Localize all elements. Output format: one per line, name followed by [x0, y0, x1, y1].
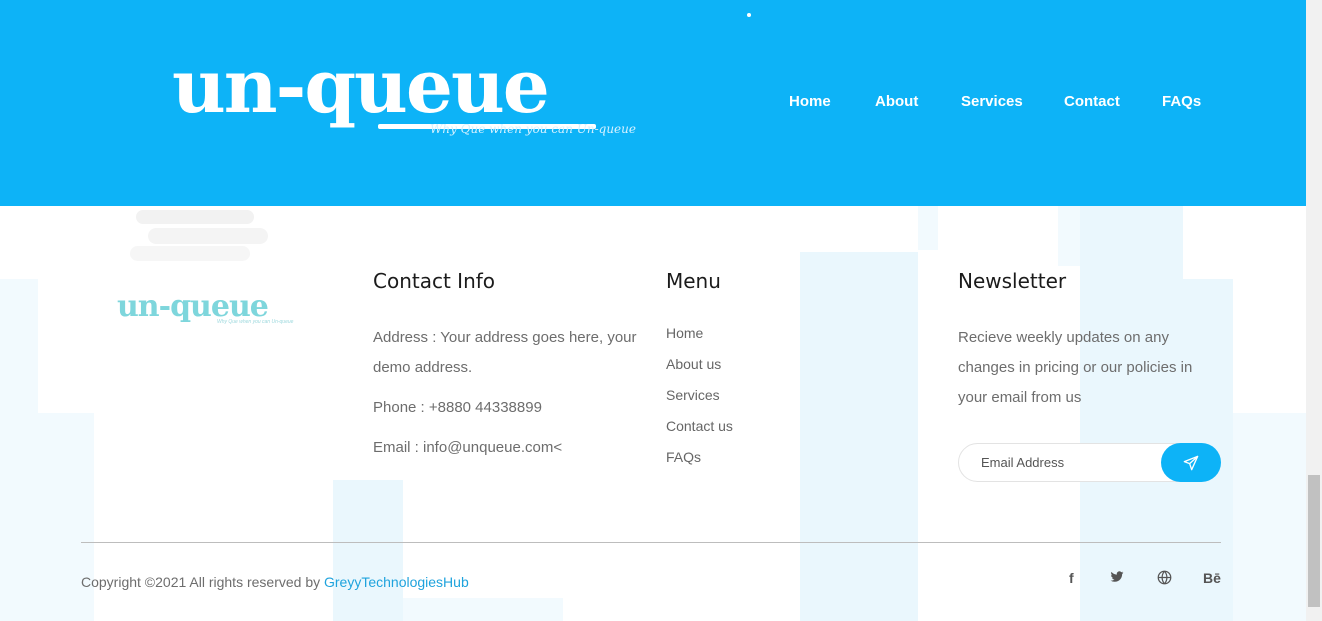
contact-phone: Phone : +8880 44338899	[373, 399, 542, 416]
copyright-label: Copyright ©2021 All rights reserved by	[81, 574, 321, 590]
contact-email: Email : info@unqueue.com<	[373, 439, 563, 456]
copyright-text: Copyright ©2021 All rights reserved by G…	[81, 574, 469, 590]
twitter-icon[interactable]	[1110, 570, 1124, 587]
scrollbar-thumb[interactable]	[1308, 475, 1320, 607]
site-footer: un-queue Why Que when you can Un-queue C…	[0, 206, 1306, 621]
nav-home[interactable]: Home	[789, 93, 831, 110]
contact-info-title: Contact Info	[373, 269, 496, 293]
logo-wordmark: un-queue	[172, 44, 550, 130]
footer-menu-about[interactable]: About us	[666, 356, 721, 372]
nav-about[interactable]: About	[875, 93, 918, 110]
header-logo[interactable]: un-queue Why Que when you can Un-queue	[172, 50, 636, 142]
menu-title: Menu	[666, 269, 721, 293]
behance-icon[interactable]: Bē	[1203, 570, 1221, 586]
newsletter-text: Recieve weekly updates on any changes in…	[958, 329, 1193, 406]
footer-logo[interactable]: un-queue Why Que when you can Un-queue	[117, 292, 294, 328]
newsletter-email-input[interactable]	[981, 444, 1161, 481]
footer-menu-faqs[interactable]: FAQs	[666, 449, 701, 465]
nav-services[interactable]: Services	[961, 93, 1023, 110]
nav-faqs[interactable]: FAQs	[1162, 93, 1201, 110]
contact-address: Address : Your address goes here, your d…	[373, 329, 637, 376]
newsletter-send-button[interactable]	[1161, 443, 1221, 482]
facebook-icon[interactable]: f	[1069, 570, 1074, 586]
globe-glyph	[1157, 570, 1172, 585]
footer-menu-services[interactable]: Services	[666, 387, 720, 403]
site-header: un-queue Why Que when you can Un-queue H…	[0, 0, 1306, 206]
nav-contact[interactable]: Contact	[1064, 93, 1120, 110]
twitter-bird-glyph	[1110, 571, 1124, 582]
paper-plane-icon	[1183, 455, 1199, 470]
copyright-brand-link[interactable]: GreyyTechnologiesHub	[324, 574, 469, 590]
footer-menu-contact[interactable]: Contact us	[666, 418, 733, 434]
logo-tagline: Why Que when you can Un-queue	[430, 122, 636, 136]
page-scrollbar[interactable]	[1306, 0, 1322, 621]
globe-icon[interactable]	[1157, 570, 1172, 588]
footer-logo-tagline: Why Que when you can Un-queue	[217, 319, 294, 325]
carousel-dot[interactable]	[747, 13, 751, 17]
footer-divider	[81, 542, 1221, 543]
newsletter-title: Newsletter	[958, 269, 1067, 293]
footer-menu-home[interactable]: Home	[666, 325, 703, 341]
